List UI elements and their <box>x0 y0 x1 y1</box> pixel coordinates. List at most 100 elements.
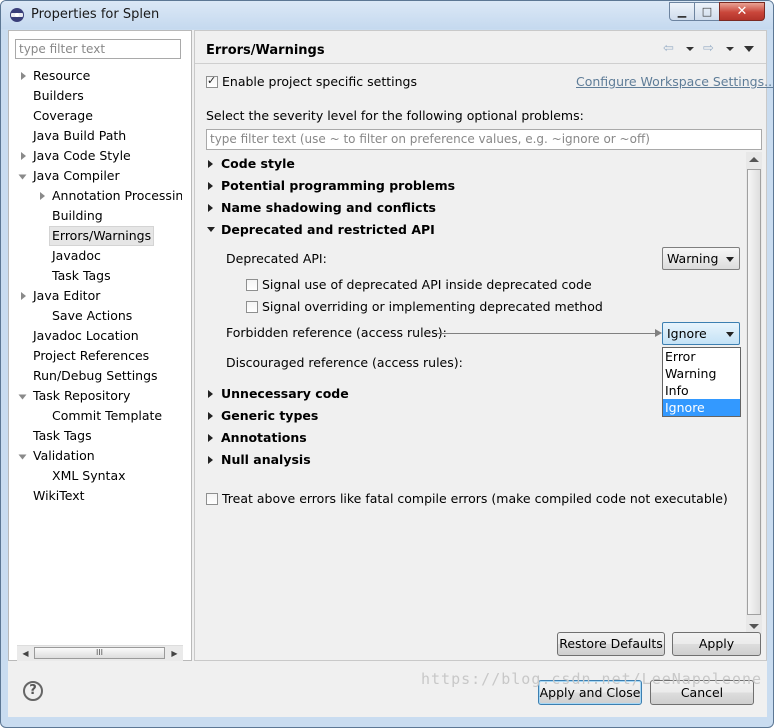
tree-item-annotation-processing[interactable]: Annotation Processin <box>52 187 182 205</box>
back-menu-icon[interactable] <box>686 47 694 51</box>
preference-tree-panel: type filter text Resource Builders Cover… <box>8 30 192 661</box>
tree-item-save-actions[interactable]: Save Actions <box>52 307 132 325</box>
options-vertical-scrollbar[interactable] <box>746 152 762 634</box>
dropdown-option-error[interactable]: Error <box>663 348 740 365</box>
watermark: https://blog.csdn.net/LeeNapoleone <box>421 670 763 688</box>
tree-item-commit-template[interactable]: Commit Template <box>52 407 162 425</box>
minimize-button[interactable]: ▁ <box>669 2 695 21</box>
tree-item-resource[interactable]: Resource <box>33 67 90 85</box>
window-title: Properties for Splen <box>31 7 160 22</box>
expand-triangle-icon[interactable] <box>208 182 213 190</box>
discouraged-reference-label: Discouraged reference (access rules): <box>226 355 463 370</box>
section-annotations[interactable]: Annotations <box>221 430 307 445</box>
expand-triangle-icon[interactable] <box>208 390 213 398</box>
expand-triangle-icon[interactable] <box>21 292 26 300</box>
tree-item-run-debug-settings[interactable]: Run/Debug Settings <box>33 367 158 385</box>
forbidden-reference-value: Ignore <box>667 326 707 341</box>
properties-window: Properties for Splen ▁ □ ✕ type filter t… <box>0 0 774 728</box>
expand-triangle-icon[interactable] <box>208 204 213 212</box>
scroll-right-icon[interactable]: ▶ <box>167 647 182 660</box>
close-button[interactable]: ✕ <box>719 2 765 21</box>
tree-item-coverage[interactable]: Coverage <box>33 107 93 125</box>
expand-triangle-icon[interactable] <box>208 434 213 442</box>
tree-item-javadoc[interactable]: Javadoc <box>52 247 101 265</box>
annotation-arrow-head-icon <box>655 329 662 337</box>
maximize-icon: □ <box>701 5 713 18</box>
tree-item-javadoc-location[interactable]: Javadoc Location <box>33 327 139 345</box>
tree-item-wikitext[interactable]: WikiText <box>33 487 85 505</box>
tree-item-task-repository[interactable]: Task Repository <box>33 387 130 405</box>
maximize-button[interactable]: □ <box>694 2 720 21</box>
tree-item-task-tags[interactable]: Task Tags <box>33 427 92 445</box>
forward-icon[interactable]: ⇨ <box>703 41 714 56</box>
close-icon: ✕ <box>736 4 748 19</box>
section-generic-types[interactable]: Generic types <box>221 408 318 423</box>
collapse-triangle-icon[interactable] <box>207 227 215 232</box>
tree-item-builders[interactable]: Builders <box>33 87 84 105</box>
tree-item-java-build-path[interactable]: Java Build Path <box>33 127 126 145</box>
annotation-arrow <box>436 333 657 334</box>
signal-override-deprecated-label: Signal overriding or implementing deprec… <box>262 299 603 314</box>
dropdown-option-ignore[interactable]: Ignore <box>663 399 740 416</box>
view-menu-icon[interactable] <box>744 46 754 52</box>
help-icon[interactable]: ? <box>23 681 43 701</box>
enable-project-specific-checkbox[interactable] <box>206 74 218 88</box>
tree-item-java-code-style[interactable]: Java Code Style <box>33 147 131 165</box>
section-potential-programming-problems[interactable]: Potential programming problems <box>221 178 455 193</box>
severity-dropdown-list: Error Warning Info Ignore <box>662 347 741 417</box>
signal-use-deprecated-label: Signal use of deprecated API inside depr… <box>262 277 592 292</box>
tree-item-task-tags-compiler[interactable]: Task Tags <box>52 267 111 285</box>
minimize-icon: ▁ <box>677 5 687 18</box>
restore-defaults-button[interactable]: Restore Defaults <box>557 632 665 656</box>
back-icon[interactable]: ⇦ <box>663 41 674 56</box>
errors-warnings-page: Errors/Warnings ⇦ ⇨ Enable project speci… <box>194 30 773 661</box>
tree-item-java-compiler[interactable]: Java Compiler <box>33 167 120 185</box>
forbidden-reference-label: Forbidden reference (access rules): <box>226 325 447 340</box>
expand-triangle-icon[interactable] <box>208 160 213 168</box>
dialog-body: type filter text Resource Builders Cover… <box>8 30 773 717</box>
forbidden-reference-select[interactable]: Ignore <box>662 322 740 345</box>
tree-item-project-references[interactable]: Project References <box>33 347 149 365</box>
deprecated-api-value: Warning <box>667 251 719 266</box>
section-name-shadowing[interactable]: Name shadowing and conflicts <box>221 200 436 215</box>
section-null-analysis[interactable]: Null analysis <box>221 452 311 467</box>
collapse-triangle-icon[interactable] <box>18 454 27 460</box>
tree-item-building[interactable]: Building <box>52 207 103 225</box>
collapse-triangle-icon[interactable] <box>18 174 27 180</box>
signal-override-deprecated-checkbox[interactable] <box>246 301 258 313</box>
tree-item-java-editor[interactable]: Java Editor <box>33 287 100 305</box>
tree-item-errors-warnings[interactable]: Errors/Warnings <box>49 226 155 246</box>
apply-button[interactable]: Apply <box>672 632 761 656</box>
title-bar[interactable]: Properties for Splen ▁ □ ✕ <box>1 1 773 29</box>
signal-use-deprecated-checkbox[interactable] <box>246 279 258 291</box>
dropdown-option-info[interactable]: Info <box>663 382 740 399</box>
scroll-thumb[interactable]: III <box>34 647 165 659</box>
eclipse-app-icon <box>10 8 24 22</box>
deprecated-api-select[interactable]: Warning <box>662 247 740 270</box>
section-code-style[interactable]: Code style <box>221 156 295 171</box>
expand-triangle-icon[interactable] <box>40 192 45 200</box>
configure-workspace-settings-link[interactable]: Configure Workspace Settings... <box>576 74 773 89</box>
scroll-up-icon[interactable] <box>749 157 759 162</box>
section-deprecated-restricted-api[interactable]: Deprecated and restricted API <box>221 222 435 237</box>
page-title: Errors/Warnings <box>206 43 325 58</box>
expand-triangle-icon[interactable] <box>21 152 26 160</box>
scroll-down-icon[interactable] <box>749 624 759 629</box>
dropdown-option-warning[interactable]: Warning <box>663 365 740 382</box>
treat-fatal-errors-checkbox[interactable] <box>206 493 218 505</box>
chevron-down-icon <box>726 332 734 337</box>
expand-triangle-icon[interactable] <box>208 456 213 464</box>
collapse-triangle-icon[interactable] <box>18 394 27 400</box>
expand-triangle-icon[interactable] <box>208 412 213 420</box>
scroll-thumb[interactable] <box>747 169 761 615</box>
tree-item-xml-syntax[interactable]: XML Syntax <box>52 467 126 485</box>
tree-horizontal-scrollbar[interactable]: ◀ III ▶ <box>17 645 183 661</box>
expand-triangle-icon[interactable] <box>21 72 26 80</box>
tree-filter-input[interactable]: type filter text <box>15 39 181 59</box>
severity-filter-input[interactable]: type filter text (use ~ to filter on pre… <box>206 129 762 150</box>
section-unnecessary-code[interactable]: Unnecessary code <box>221 386 349 401</box>
forward-menu-icon[interactable] <box>726 47 734 51</box>
tree-item-validation[interactable]: Validation <box>33 447 95 465</box>
chevron-down-icon <box>726 257 734 262</box>
scroll-left-icon[interactable]: ◀ <box>18 647 33 660</box>
